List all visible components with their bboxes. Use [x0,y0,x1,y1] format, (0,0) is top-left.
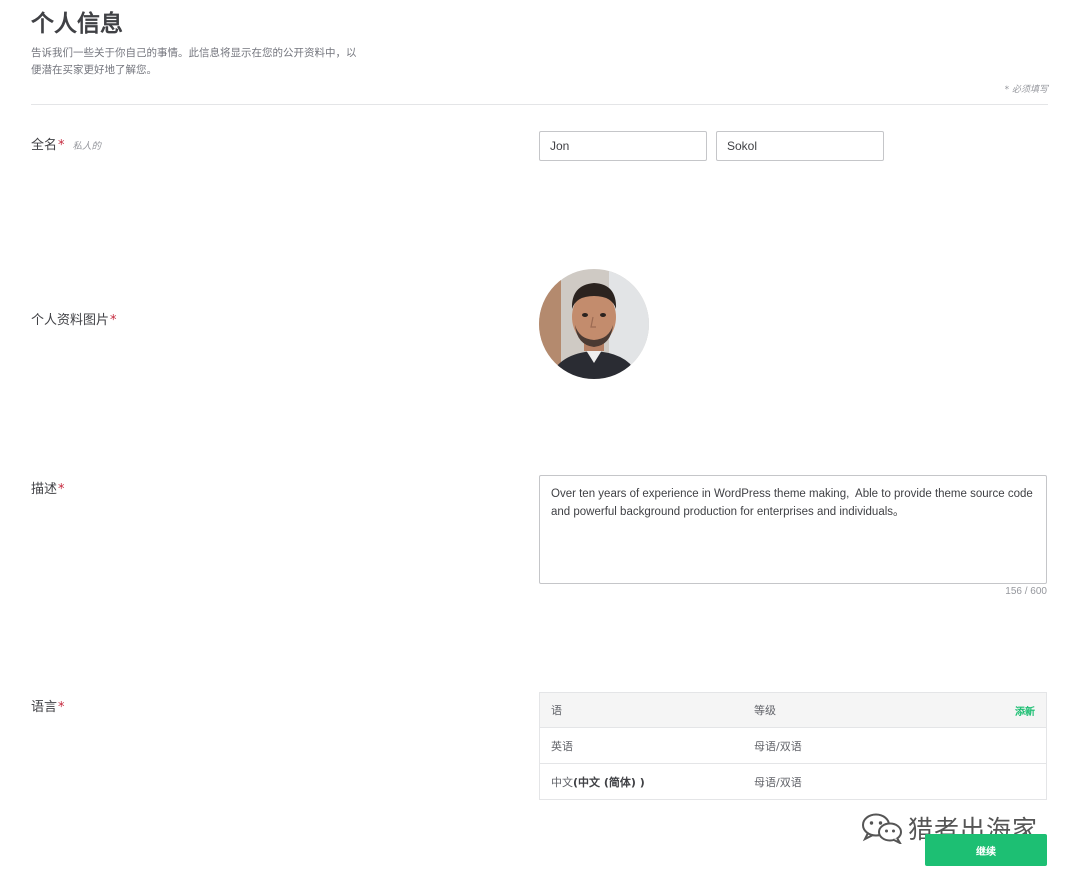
languages-label: 语言* [31,696,65,715]
languages-label-text: 语言 [31,700,58,715]
profile-picture-label: 个人资料图片* [31,309,117,328]
char-counter: 156 / 600 [1005,586,1047,597]
language-name: 中文 [551,775,573,789]
required-asterisk: * [58,138,65,153]
description-label-text: 描述 [31,482,58,497]
avatar-photo [539,269,649,379]
row-actions [931,763,1047,800]
fullname-label: 全名* 私人的 [31,134,101,153]
level-cell: 母语/双语 [743,727,932,764]
row-actions [931,727,1047,764]
required-asterisk: * [58,700,65,715]
first-name-input[interactable] [539,131,707,161]
continue-button[interactable]: 继续 [925,834,1047,866]
last-name-input[interactable] [716,131,884,161]
header-divider [31,104,1048,105]
table-row[interactable]: 中文(中文 (简体) ) 母语/双语 [539,763,1047,800]
required-asterisk: * [58,482,65,497]
language-name: 英语 [551,739,573,753]
add-new-language-button[interactable]: 添新 [931,692,1047,728]
language-cell: 中文(中文 (简体) ) [539,763,743,800]
description-textarea[interactable]: Over ten years of experience in WordPres… [539,475,1047,584]
wechat-icon [862,813,902,844]
languages-table: 语 等级 添新 英语 母语/双语 中文(中文 (简体) ) 母语/双语 [539,692,1047,800]
intro-line: 告诉我们一些关于你自己的事情。此信息将显示在您的公开资料中，以 [31,47,357,59]
required-note: * 必须填写 [1004,85,1048,95]
intro-line: 便潜在买家更好地了解您。 [31,64,157,76]
language-cell: 英语 [539,727,743,764]
description-label: 描述* [31,478,65,497]
table-row[interactable]: 英语 母语/双语 [539,727,1047,764]
column-header-language: 语 [539,692,743,728]
language-variant: (中文 (简体) ) [573,775,645,789]
profile-picture-label-text: 个人资料图片 [31,313,110,328]
profile-avatar[interactable] [539,269,649,379]
page-intro: 告诉我们一些关于你自己的事情。此信息将显示在您的公开资料中，以 便潜在买家更好地… [31,45,381,79]
level-cell: 母语/双语 [743,763,932,800]
private-hint: 私人的 [72,141,102,152]
page-title: 个人信息 [31,11,123,37]
required-asterisk: * [110,313,117,328]
column-header-level: 等级 [743,692,932,728]
fullname-label-text: 全名 [31,138,58,153]
languages-table-header: 语 等级 添新 [539,692,1047,728]
